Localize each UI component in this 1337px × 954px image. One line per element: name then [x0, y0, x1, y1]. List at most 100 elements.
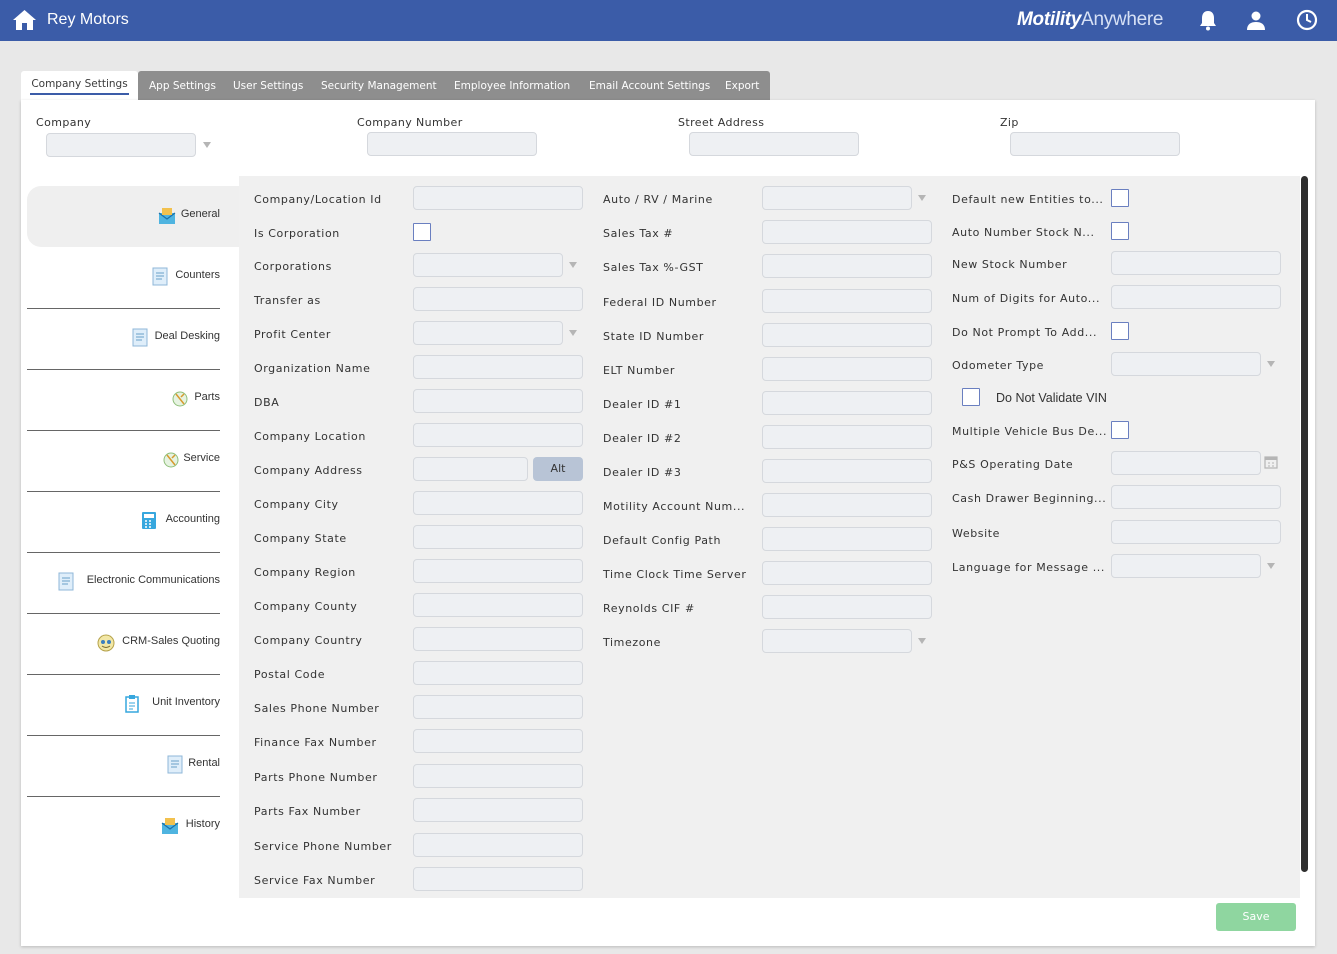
language-for-message-select[interactable] — [1111, 554, 1261, 578]
dealer-id-3-input[interactable] — [762, 459, 932, 483]
elt-number-input[interactable] — [762, 357, 932, 381]
state-id-number-input[interactable] — [762, 323, 932, 347]
reynolds-cif-input[interactable] — [762, 595, 932, 619]
company-city-input[interactable] — [413, 491, 583, 515]
service-fax-number-input[interactable] — [413, 867, 583, 891]
tab-app-settings[interactable]: App Settings — [149, 71, 216, 100]
field-label: P&S Operating Date — [952, 458, 1074, 471]
tab-user-settings[interactable]: User Settings — [233, 71, 303, 100]
chevron-down-icon[interactable] — [1267, 563, 1275, 569]
tab-company-settings[interactable]: Company Settings — [21, 71, 138, 100]
sidebar-item-rental[interactable]: Rental — [27, 735, 240, 796]
tab-email-account-settings[interactable]: Email Account Settings — [589, 71, 710, 100]
website-input[interactable] — [1111, 520, 1281, 544]
chevron-down-icon[interactable] — [569, 330, 577, 336]
field-label: Odometer Type — [952, 359, 1045, 372]
sidebar-item-unit-inventory[interactable]: Unit Inventory — [27, 674, 240, 735]
organization-name-input[interactable] — [413, 355, 583, 379]
calendar-icon[interactable] — [1264, 455, 1278, 469]
chevron-down-icon[interactable] — [918, 195, 926, 201]
postal-code-input[interactable] — [413, 661, 583, 685]
company-location-input[interactable] — [413, 423, 583, 447]
auto-number-stock-checkbox[interactable] — [1111, 222, 1129, 240]
odometer-type-select[interactable] — [1111, 352, 1261, 376]
dealer-id-2-input[interactable] — [762, 425, 932, 449]
sidebar-item-service[interactable]: Service — [27, 430, 240, 491]
is-corporation-checkbox[interactable] — [413, 223, 431, 241]
zip-input[interactable] — [1010, 132, 1180, 156]
time-clock-time-server-input[interactable] — [762, 561, 932, 585]
field-label: Sales Tax # — [603, 227, 674, 240]
field-label: Dealer ID #1 — [603, 398, 682, 411]
company-number-input[interactable] — [367, 132, 537, 156]
chevron-down-icon[interactable] — [203, 142, 211, 148]
company-select[interactable] — [46, 133, 196, 157]
sales-tax-gst-input[interactable] — [762, 254, 932, 278]
cash-drawer-beginning-input[interactable] — [1111, 485, 1281, 509]
finance-fax-number-input[interactable] — [413, 729, 583, 753]
company-state-input[interactable] — [413, 525, 583, 549]
sales-tax-input[interactable] — [762, 220, 932, 244]
sidebar-item-accounting[interactable]: Accounting — [27, 491, 240, 552]
company-county-input[interactable] — [413, 593, 583, 617]
tab-export[interactable]: Export — [725, 71, 759, 100]
field-label: Profit Center — [254, 328, 332, 341]
sidebar-item-deal-desking[interactable]: Deal Desking — [27, 308, 240, 369]
company-country-input[interactable] — [413, 627, 583, 651]
do-not-validate-vin-checkbox[interactable] — [962, 388, 980, 406]
sidebar-item-crm-sales-quoting[interactable]: CRM-Sales Quoting — [27, 613, 240, 674]
company-address-input[interactable] — [413, 457, 528, 481]
brand-logo: MotilityAnywhere — [1017, 9, 1164, 30]
clock-icon[interactable] — [1296, 9, 1318, 31]
num-of-digits-input[interactable] — [1111, 285, 1281, 309]
company-location-id-input[interactable] — [413, 186, 583, 210]
chevron-down-icon[interactable] — [1267, 361, 1275, 367]
sales-phone-number-input[interactable] — [413, 695, 583, 719]
tab-security-management[interactable]: Security Management — [321, 71, 437, 100]
street-address-label: Street Address — [678, 116, 765, 129]
field-label: Auto Number Stock N... — [952, 226, 1095, 239]
home-icon[interactable] — [12, 9, 37, 31]
auto-rv-marine-select[interactable] — [762, 186, 912, 210]
service-phone-number-input[interactable] — [413, 833, 583, 857]
default-config-path-input[interactable] — [762, 527, 932, 551]
transfer-as-input[interactable] — [413, 287, 583, 311]
chevron-down-icon[interactable] — [918, 638, 926, 644]
sidebar-item-counters[interactable]: Counters — [27, 247, 240, 308]
sidebar-item-general[interactable]: General — [27, 186, 240, 247]
dba-input[interactable] — [413, 389, 583, 413]
alt-button[interactable]: Alt — [533, 457, 583, 481]
do-not-prompt-checkbox[interactable] — [1111, 322, 1129, 340]
parts-fax-number-input[interactable] — [413, 798, 583, 822]
sidebar-item-parts[interactable]: Parts — [27, 369, 240, 430]
field-label: Postal Code — [254, 668, 326, 681]
bell-icon[interactable] — [1197, 9, 1219, 31]
company-region-input[interactable] — [413, 559, 583, 583]
ps-operating-date-input[interactable] — [1111, 451, 1261, 475]
save-button[interactable]: Save — [1216, 903, 1296, 931]
motility-account-number-input[interactable] — [762, 493, 932, 517]
field-label: State ID Number — [603, 330, 705, 343]
field-label: Company Address — [254, 464, 363, 477]
timezone-select[interactable] — [762, 629, 912, 653]
corporations-select[interactable] — [413, 253, 563, 277]
field-label: Sales Tax %-GST — [603, 261, 704, 274]
profit-center-select[interactable] — [413, 321, 563, 345]
form-scrollbar[interactable] — [1300, 176, 1309, 898]
sidebar-item-history[interactable]: History — [27, 796, 240, 857]
new-stock-number-input[interactable] — [1111, 251, 1281, 275]
service-icon — [163, 452, 179, 468]
user-icon[interactable] — [1245, 9, 1267, 31]
general-icon — [158, 208, 176, 224]
tab-employee-information[interactable]: Employee Information — [454, 71, 570, 100]
default-new-entities-checkbox[interactable] — [1111, 189, 1129, 207]
sidebar-item-electronic-communications[interactable]: Electronic Communications — [27, 552, 240, 613]
chevron-down-icon[interactable] — [569, 262, 577, 268]
multiple-vehicle-bus-checkbox[interactable] — [1111, 421, 1129, 439]
federal-id-number-input[interactable] — [762, 289, 932, 313]
scrollbar-thumb[interactable] — [1301, 176, 1308, 872]
dealer-id-1-input[interactable] — [762, 391, 932, 415]
parts-phone-number-input[interactable] — [413, 764, 583, 788]
field-label: Language for Message ... — [952, 561, 1106, 574]
street-address-input[interactable] — [689, 132, 859, 156]
